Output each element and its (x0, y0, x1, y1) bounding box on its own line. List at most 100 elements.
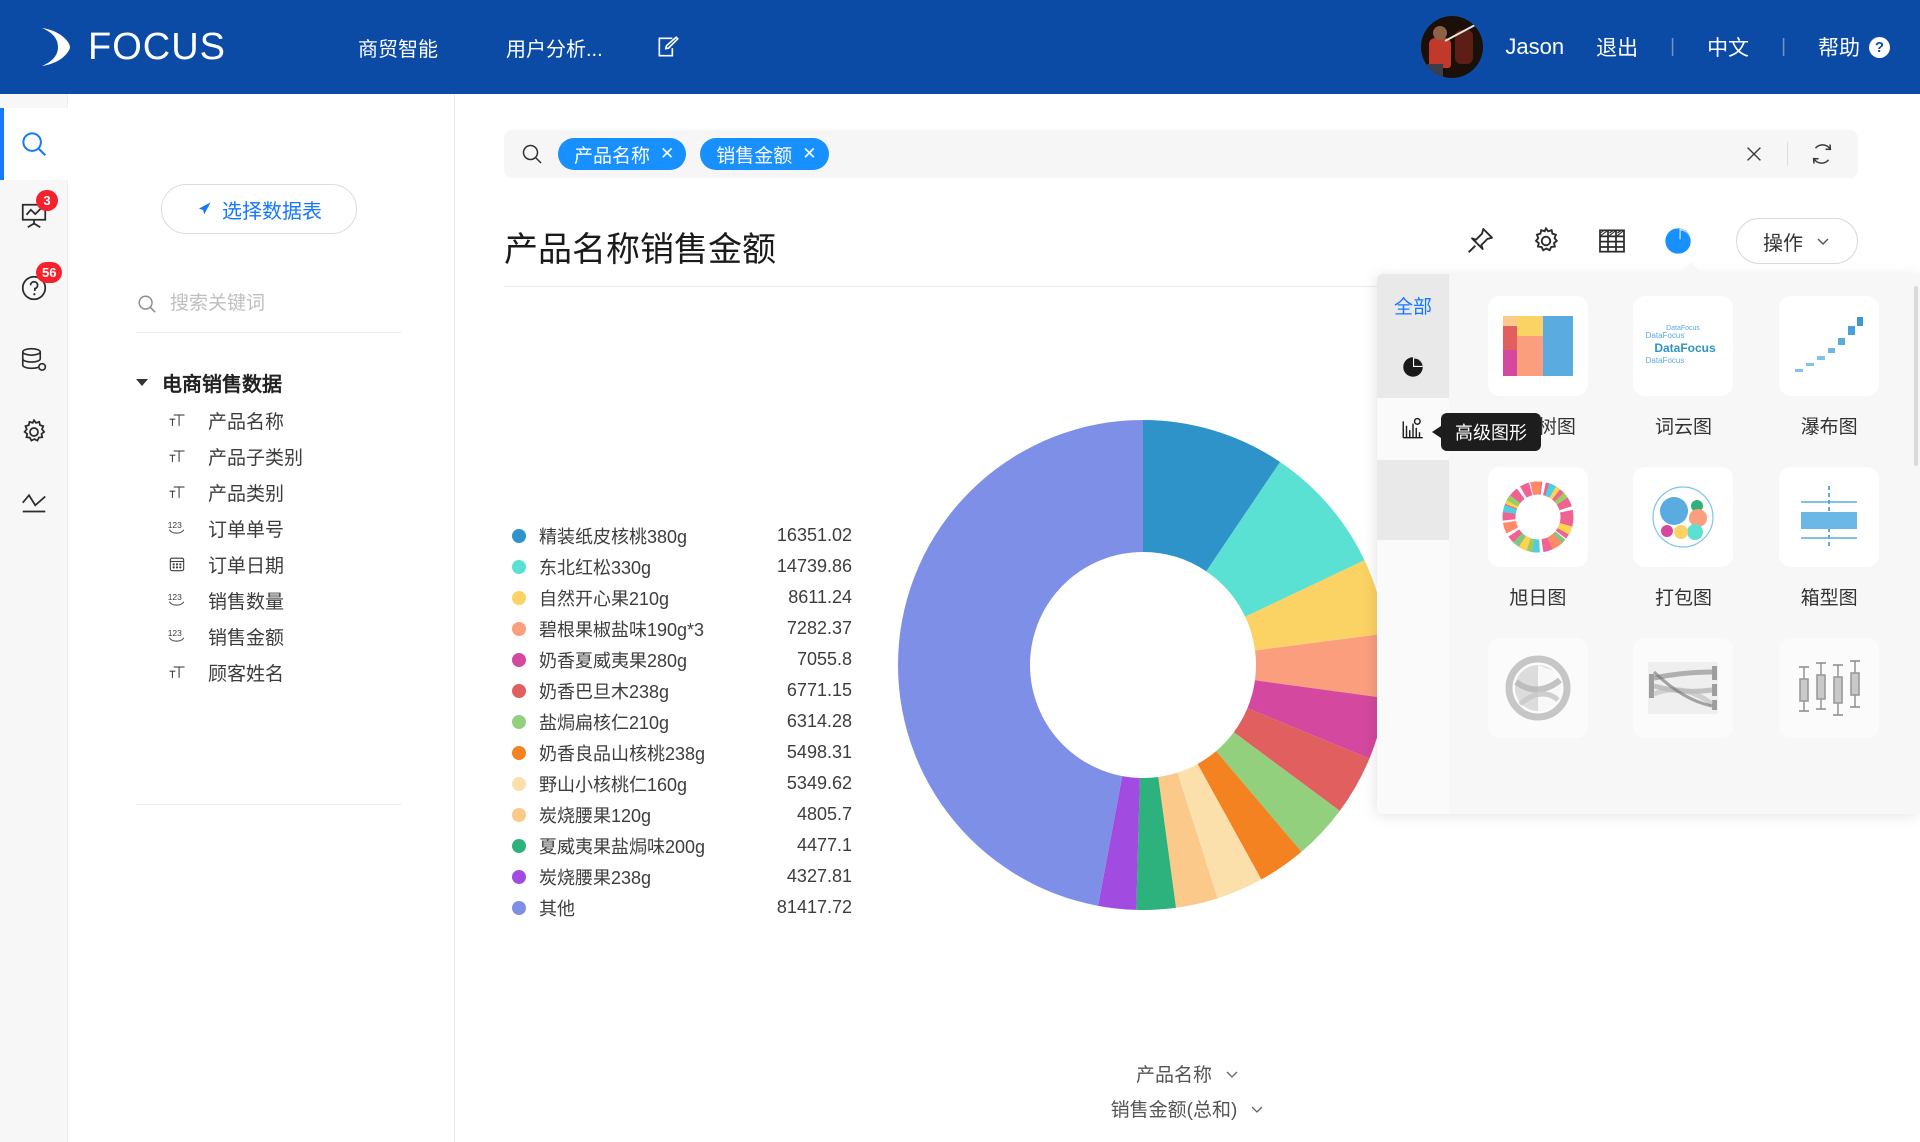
table-icon[interactable] (1596, 225, 1628, 257)
questions-badge: 56 (36, 262, 63, 283)
legend-item[interactable]: 炭烧腰果120g 4805.7 (512, 799, 852, 830)
chart-type-sunburst[interactable]: 旭日图 (1465, 467, 1611, 610)
help-circle-icon[interactable]: ? (1869, 36, 1890, 58)
type-tab-pie[interactable] (1377, 336, 1449, 398)
legend-item[interactable]: 奶香夏威夷果280g 7055.8 (512, 644, 852, 675)
legend-item[interactable]: 夏威夷果盐焗味200g 4477.1 (512, 830, 852, 861)
action-button[interactable]: 操作 (1736, 218, 1858, 264)
field-item-0[interactable]: 产品名称 (164, 402, 436, 438)
nav-user-analysis[interactable]: 用户分析... (472, 33, 637, 62)
edit-square-icon[interactable] (655, 34, 681, 60)
query-chip-product-name[interactable]: 产品名称 ✕ (558, 138, 687, 170)
legend-label: 炭烧腰果238g (539, 867, 652, 888)
legend-item[interactable]: 野山小核桃仁160g 5349.62 (512, 768, 852, 799)
field-item-1[interactable]: 产品子类别 (164, 438, 436, 474)
panel-notch (1677, 262, 1705, 276)
close-icon[interactable]: ✕ (802, 144, 816, 164)
separator-1: | (1670, 36, 1676, 57)
panel-scrollbar[interactable] (1914, 286, 1918, 466)
donut-slice[interactable] (898, 420, 1143, 906)
legend-value: 5349.62 (786, 773, 852, 793)
logout-link[interactable]: 退出 (1596, 32, 1638, 62)
legend-item[interactable]: 其他 81417.72 (512, 892, 852, 923)
chart-type-label: 打包图 (1654, 588, 1712, 609)
legend-item[interactable]: 盐焗扁核仁210g 6314.28 (512, 706, 852, 737)
language-link[interactable]: 中文 (1707, 32, 1749, 62)
legend-swatch (512, 900, 526, 915)
sidebar-item-questions[interactable]: 56 (0, 252, 68, 324)
chart-type-sankey[interactable] (1611, 638, 1757, 754)
field-item-2[interactable]: 产品类别 (164, 474, 436, 510)
avatar[interactable] (1421, 16, 1484, 78)
sidebar-item-trend[interactable] (0, 468, 68, 540)
legend-label: 碧根果椒盐味190g*3 (539, 619, 705, 640)
top-navigation-bar: FOCUS 商贸智能 用户分析... Jason 退出 | 中文 | 帮助 ? (0, 0, 1920, 94)
sidebar-item-search[interactable] (0, 108, 68, 180)
legend-item[interactable]: 自然开心果210g 8611.24 (512, 582, 852, 613)
legend-item[interactable]: 炭烧腰果238g 4327.81 (512, 861, 852, 892)
type-tab-all[interactable]: 全部 (1377, 274, 1449, 336)
chart-type-waterfall[interactable]: 瀑布图 (1756, 296, 1902, 439)
nav-bi[interactable]: 商贸智能 (324, 33, 472, 62)
field-label: 订单日期 (208, 555, 285, 577)
waterfall-thumb (1779, 296, 1880, 396)
help-link[interactable]: 帮助 (1818, 32, 1860, 62)
legend-label: 奶香巴旦木238g (539, 681, 670, 702)
legend-label: 野山小核桃仁160g (539, 774, 688, 795)
legend-item[interactable]: 碧根果椒盐味190g*3 7282.37 (512, 613, 852, 644)
legend-item[interactable]: 精装纸皮核桃380g 16351.02 (512, 520, 852, 551)
legend-label: 夏威夷果盐焗味200g (539, 836, 706, 857)
chart-type-boxplot[interactable]: 箱型图 (1756, 467, 1902, 610)
field-label: 销售金额 (208, 627, 285, 649)
field-search-row[interactable] (136, 284, 396, 324)
brand-logo[interactable]: FOCUS (36, 25, 226, 69)
sidebar-item-database[interactable] (0, 324, 68, 396)
axis-y-label: 销售金额(总和) (1110, 1100, 1238, 1121)
tree-root-node[interactable]: 电商销售数据 (136, 362, 436, 402)
legend-swatch (512, 776, 526, 791)
chart-type-candlestick[interactable] (1756, 638, 1902, 754)
axis-y-selector[interactable]: 销售金额(总和) (1111, 1095, 1266, 1122)
chevron-down-icon (1249, 1101, 1265, 1117)
legend-label: 炭烧腰果120g (539, 805, 652, 826)
sidebar-item-dashboard[interactable]: 3 (0, 180, 68, 252)
data-panel: 选择数据表 电商销售数据 产品名称 (68, 94, 455, 1142)
legend-item[interactable]: 东北红松330g 14739.86 (512, 551, 852, 582)
focus-logo-icon (36, 25, 76, 69)
field-item-5[interactable]: 123 销售数量 (164, 582, 436, 618)
left-icon-rail: 3 56 (0, 94, 68, 1142)
field-label: 销售数量 (208, 591, 285, 613)
pie-chart-icon[interactable] (1662, 225, 1694, 257)
legend-item[interactable]: 奶香良品山核桃238g 5498.31 (512, 737, 852, 768)
close-icon[interactable]: ✕ (660, 144, 674, 164)
chart-type-label: 词云图 (1654, 417, 1712, 438)
field-item-3[interactable]: 123 订单单号 (164, 510, 436, 546)
close-icon[interactable] (1743, 143, 1765, 165)
select-table-button[interactable]: 选择数据表 (161, 184, 357, 234)
search-input[interactable] (170, 293, 370, 315)
legend-value: 14739.86 (776, 556, 852, 576)
query-search-bar[interactable]: 产品名称 ✕ 销售金额 ✕ (504, 130, 1858, 178)
legend-swatch (512, 869, 526, 884)
text-field-icon (164, 482, 190, 502)
gear-icon[interactable] (1530, 225, 1562, 257)
pin-icon[interactable] (1464, 225, 1496, 257)
field-item-7[interactable]: 顾客姓名 (164, 654, 436, 690)
chart-type-wordcloud[interactable]: DataFocus DataFocus DataFocus DataFocus … (1611, 296, 1757, 439)
number-field-icon: 123 (164, 590, 190, 610)
calendar-field-icon (164, 554, 190, 574)
field-item-4[interactable]: 订单日期 (164, 546, 436, 582)
field-item-6[interactable]: 123 销售金额 (164, 618, 436, 654)
refresh-icon[interactable] (1810, 142, 1834, 166)
sidebar-item-settings[interactable] (0, 396, 68, 468)
query-chip-sales-amount[interactable]: 销售金额 ✕ (700, 138, 829, 170)
legend-item[interactable]: 奶香巴旦木238g 6771.15 (512, 675, 852, 706)
chevron-down-icon (1815, 233, 1831, 249)
sankey-thumb (1633, 638, 1734, 738)
axis-x-selector[interactable]: 产品名称 (1136, 1060, 1240, 1087)
chart-type-chord[interactable] (1465, 638, 1611, 754)
page-title: 产品名称销售金额 (504, 231, 776, 269)
legend-value: 6771.15 (786, 680, 852, 700)
chart-type-packed-bubble[interactable]: 打包图 (1611, 467, 1757, 610)
donut-chart[interactable] (898, 420, 1388, 910)
